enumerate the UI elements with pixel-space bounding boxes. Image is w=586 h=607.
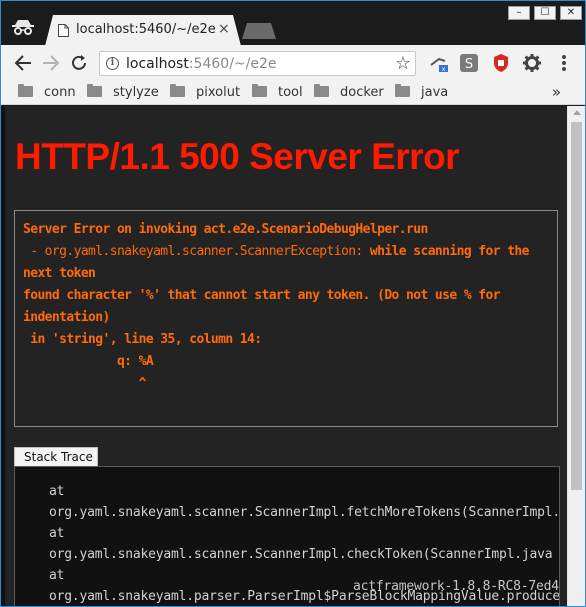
stack-line: org.yaml.snakeyaml.scanner.ScannerImpl.f… [49,505,560,520]
bookmark-folder-pixolut[interactable]: pixolut [170,84,241,101]
page-scrollbar[interactable] [567,106,585,606]
version-watermark: actframework-1.8.8-RC8-7ed4 [353,579,559,594]
error-line: in 'string', line 35, column 14: [23,332,262,347]
page-icon [58,24,69,37]
tab-stack-trace[interactable]: Stack Trace [14,447,98,467]
bookmark-label: pixolut [196,85,241,100]
close-window-button[interactable]: ✕ [560,6,582,20]
error-line: indentation) [23,310,110,325]
folder-icon [314,84,329,97]
forward-arrow-icon[interactable] [41,53,61,73]
svg-text:S: S [465,57,473,72]
bookmark-label: tool [278,85,303,100]
page-content: HTTP/1.1 500 Server Error Server Error o… [1,106,569,606]
reload-icon[interactable] [69,53,89,73]
bookmark-label: conn [44,85,76,100]
folder-icon [252,84,267,97]
error-line: next token [23,266,96,281]
error-line: found character '%' that cannot start an… [23,288,501,303]
page-title: HTTP/1.1 500 Server Error [15,136,460,177]
extension-cast-icon[interactable]: x [429,53,449,73]
back-arrow-icon[interactable] [13,53,33,73]
bookmark-folder-stylyze[interactable]: stylyze [87,84,159,101]
bookmark-label: stylyze [113,85,159,100]
scroll-up-icon[interactable] [573,110,581,115]
scrollbar-thumb[interactable] [571,122,582,490]
bookmark-folder-docker[interactable]: docker [314,84,384,101]
browser-toolbar: i localhost:5460/~/e2e ☆ x S [1,45,585,81]
extension-shield-icon[interactable] [491,53,511,73]
error-line: while scanning for the [369,244,530,259]
incognito-icon [12,20,34,35]
error-line: q: %A [23,354,154,369]
error-line: Server Error on invoking act.e2e.Scenari… [23,222,428,237]
address-url[interactable]: localhost:5460/~/e2e [126,56,277,72]
error-message-box: Server Error on invoking act.e2e.Scenari… [14,210,558,427]
bookmark-folder-java[interactable]: java [395,84,449,101]
minimize-button[interactable]: – [508,6,530,20]
bookmark-star-icon[interactable]: ☆ [395,53,411,74]
tab-close-icon[interactable]: × [218,21,230,37]
error-line: - org.yaml.snakeyaml.scanner.ScannerExce… [23,244,370,259]
bookmarks-bar: conn stylyze pixolut tool docker java » [1,81,585,105]
error-line: ^ [23,376,147,391]
bookmark-label: java [421,85,449,100]
error-message: Server Error on invoking act.e2e.Scenari… [23,219,529,395]
stack-line: at [49,484,65,499]
browser-window: localhost:5460/~/e2e × – ☐ ✕ i localhost… [0,0,586,607]
stack-line: org.yaml.snakeyaml.scanner.ScannerImpl.c… [49,547,553,562]
bookmarks-overflow-icon[interactable]: » [552,83,561,101]
bookmark-folder-conn[interactable]: conn [18,84,76,101]
stack-line: at [49,568,65,583]
extension-s-icon[interactable]: S [459,53,479,73]
info-icon[interactable]: i [106,57,119,70]
tab-active[interactable]: localhost:5460/~/e2e × [45,15,241,46]
url-host: localhost [126,56,189,72]
stack-line: at [49,526,65,541]
folder-icon [395,84,410,97]
tab-strip: localhost:5460/~/e2e × – ☐ ✕ [1,1,585,46]
svg-text:x: x [442,66,446,73]
tab-title: localhost:5460/~/e2e [76,22,216,37]
folder-icon [170,84,185,97]
address-bar[interactable]: i localhost:5460/~/e2e ☆ [99,51,416,76]
gear-icon[interactable] [522,53,542,73]
bookmark-folder-tool[interactable]: tool [252,84,303,101]
new-tab-button[interactable] [242,23,276,39]
folder-icon [87,84,102,97]
bookmark-label: docker [340,85,384,100]
folder-icon [18,84,33,97]
maximize-button[interactable]: ☐ [534,6,556,20]
menu-dots-icon[interactable] [554,53,574,73]
url-path: :5460/~/e2e [188,56,277,72]
